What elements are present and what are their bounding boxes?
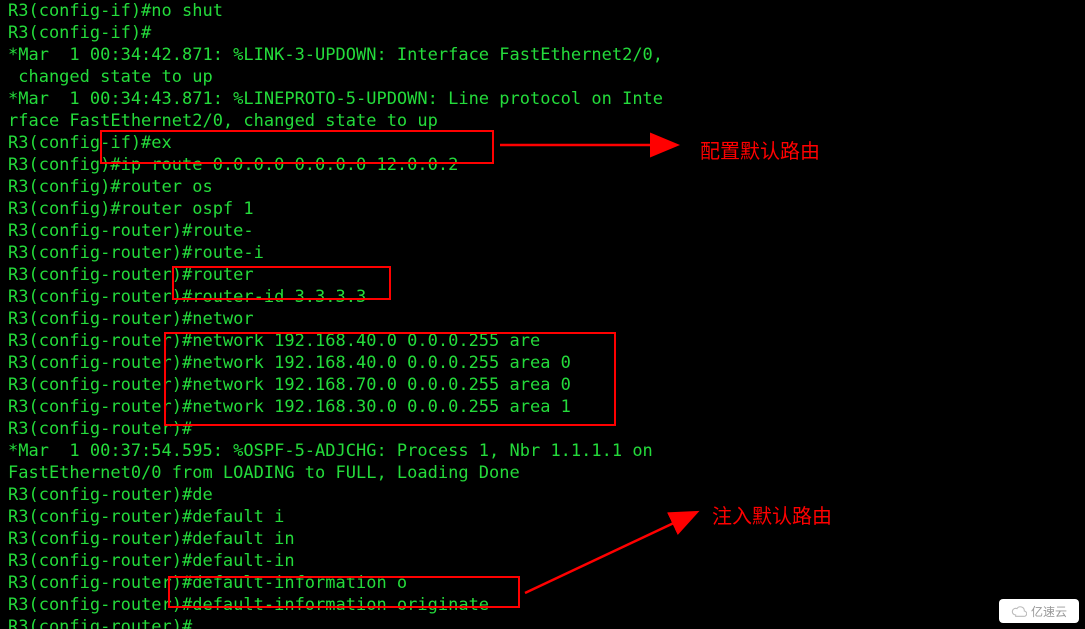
line: R3(config)#ip route 0.0.0.0 0.0.0.0 12.0… [0,154,1085,176]
line: R3(config-router)#route- [0,220,1085,242]
line: R3(config-router)#de [0,484,1085,506]
line: rface FastEthernet2/0, changed state to … [0,110,1085,132]
watermark-text: 亿速云 [1031,603,1067,620]
line: R3(config-router)#network 192.168.40.0 0… [0,352,1085,374]
terminal-output[interactable]: R3(config-if)#no shut R3(config-if)# *Ma… [0,0,1085,629]
line: R3(config-router)#network 192.168.40.0 0… [0,330,1085,352]
line: R3(config-router)#router-id 3.3.3.3 [0,286,1085,308]
line: R3(config-router)#route-i [0,242,1085,264]
line: R3(config-router)#network 192.168.30.0 0… [0,396,1085,418]
line: R3(config-router)#network 192.168.70.0 0… [0,374,1085,396]
line: *Mar 1 00:37:54.595: %OSPF-5-ADJCHG: Pro… [0,440,1085,462]
line: R3(config-router)#default-in [0,550,1085,572]
line: R3(config-router)#default-information or… [0,594,1085,616]
line: R3(config-if)#no shut [0,0,1085,22]
line: R3(config-if)# [0,22,1085,44]
line: R3(config)#router ospf 1 [0,198,1085,220]
line: *Mar 1 00:34:43.871: %LINEPROTO-5-UPDOWN… [0,88,1085,110]
line: R3(config-router)#default i [0,506,1085,528]
line: R3(config-router)# [0,616,1085,629]
line: R3(config)#router os [0,176,1085,198]
line: R3(config-router)#default in [0,528,1085,550]
cloud-icon [1011,605,1027,617]
line: *Mar 1 00:34:42.871: %LINK-3-UPDOWN: Int… [0,44,1085,66]
line: R3(config-if)#ex [0,132,1085,154]
line: changed state to up [0,66,1085,88]
watermark-badge: 亿速云 [999,599,1079,623]
line: R3(config-router)#router [0,264,1085,286]
line: FastEthernet0/0 from LOADING to FULL, Lo… [0,462,1085,484]
line: R3(config-router)#default-information o [0,572,1085,594]
line: R3(config-router)# [0,418,1085,440]
line: R3(config-router)#networ [0,308,1085,330]
